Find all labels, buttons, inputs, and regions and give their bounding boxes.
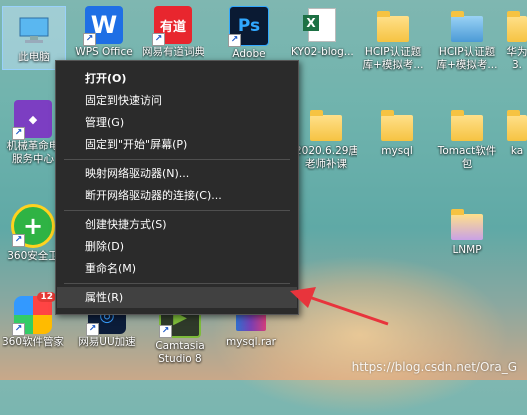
annotation-arrow — [290, 287, 389, 326]
watermark: https://blog.csdn.net/Ora_G — [351, 360, 517, 374]
desktop-background: 此电脑 W ↗ WPS Office 有道 ↗ 网易有道词典 Ps ↗ Adobe X… — [0, 0, 527, 415]
